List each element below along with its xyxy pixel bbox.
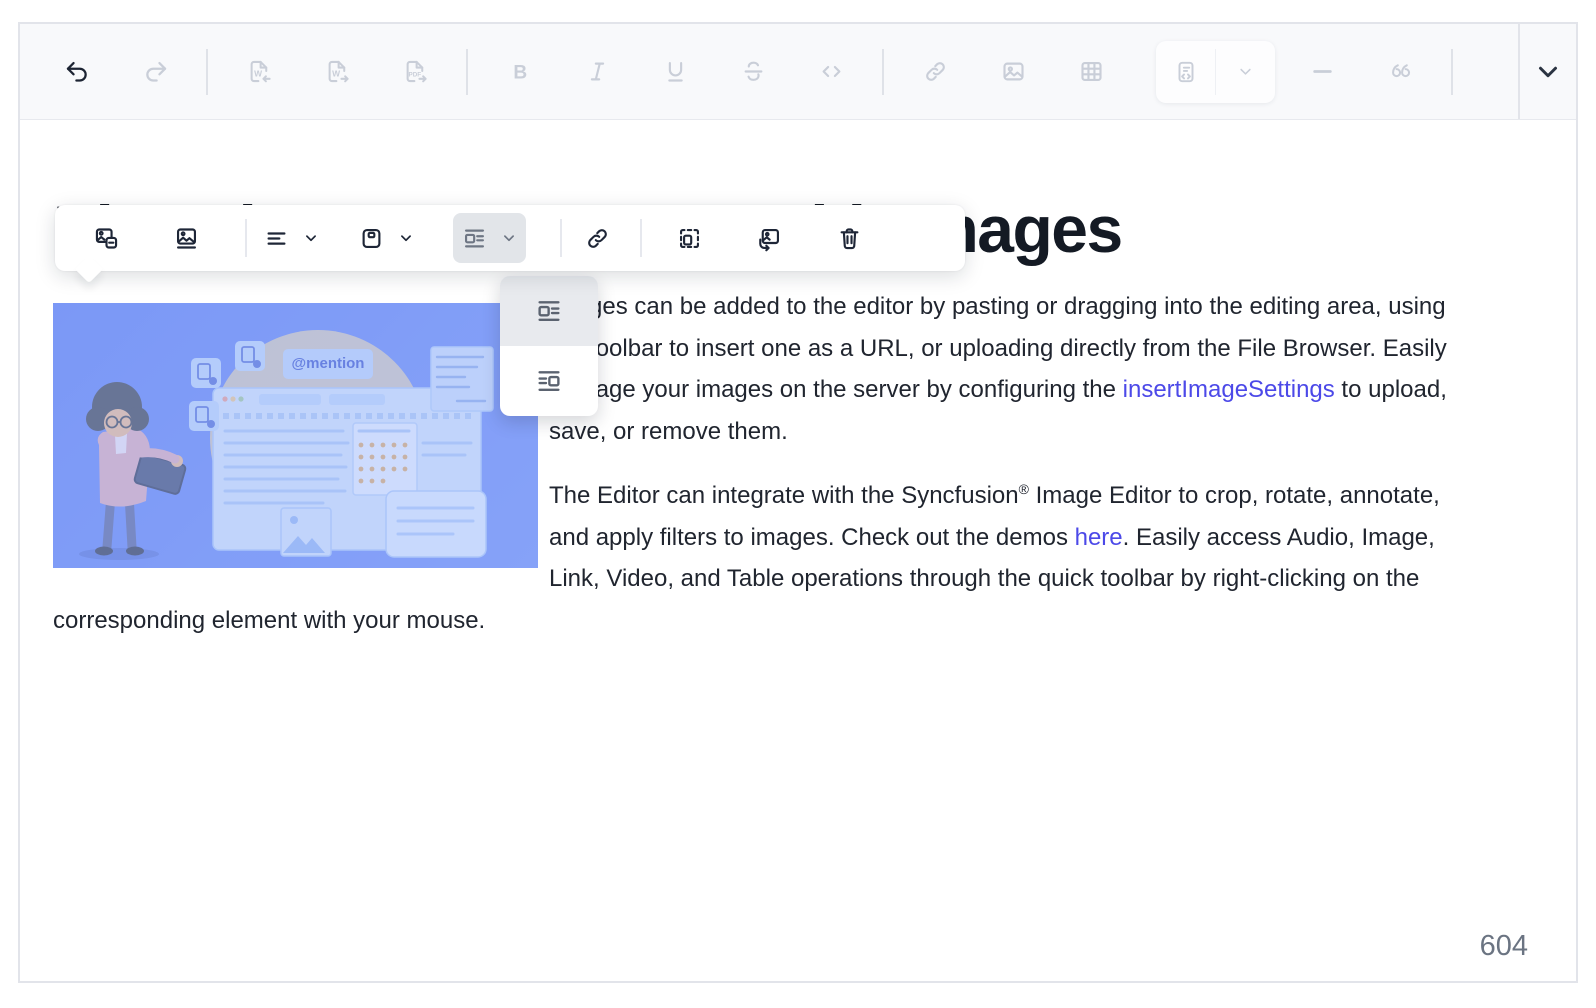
image-dimension-button[interactable] [660,213,718,263]
registered-mark: ® [1018,481,1029,497]
toolbar-separator [1451,48,1453,95]
horizontal-line-button[interactable] [1283,40,1361,104]
toolbar-separator [882,48,884,95]
image-link-button[interactable] [568,213,626,263]
insert-image-settings-link[interactable]: insertImageSettings [1123,376,1335,403]
quick-toolbar-separator [560,219,562,257]
image-caption-icon [176,227,196,249]
insert-image-button[interactable] [974,40,1052,104]
insert-link-button[interactable] [896,40,974,104]
inline-code-button[interactable] [792,40,870,104]
image-caption-button[interactable] [157,213,215,263]
italic-button[interactable] [558,40,636,104]
svg-text:B: B [513,62,527,83]
image-position-icon [464,229,485,247]
code-block-split-button [1156,40,1275,103]
export-pdf-button[interactable]: PDF [376,40,454,104]
italic-icon [590,62,604,81]
import-word-button[interactable]: W [220,40,298,104]
link-icon [587,228,607,248]
table-icon [1080,61,1102,82]
underline-button[interactable] [636,40,714,104]
image-position-dropdown-button[interactable] [453,213,526,263]
main-toolbar: W W PDF B [20,24,1576,120]
chevron-down-icon [401,235,411,242]
change-image-icon [758,228,779,251]
rich-text-editor: W W PDF B Images @mention Images can be … [18,22,1578,983]
replace-image-button[interactable] [77,213,135,263]
code-block-icon [1178,61,1193,82]
export-word-button[interactable]: W [298,40,376,104]
image-position-menu [500,276,598,416]
float-left-icon [538,301,560,321]
export-word-icon: W [328,60,349,83]
here-link[interactable]: here [1075,524,1123,551]
svg-text:PDF: PDF [408,72,421,79]
strikethrough-icon [744,61,762,81]
undo-icon [66,61,87,82]
trash-icon [840,227,858,249]
svg-text:W: W [332,69,340,79]
menu-item-float-left[interactable] [500,276,598,346]
image-quick-toolbar [55,205,965,271]
expand-chevron-icon [1539,66,1557,77]
link-icon [925,62,945,81]
blockquote-icon [1391,64,1410,78]
menu-item-float-right[interactable] [500,346,598,416]
content-image[interactable]: @mention [53,303,538,568]
float-right-icon [538,371,560,391]
replace-image-icon [95,227,117,249]
display-icon [362,228,381,248]
quick-toolbar-separator [640,219,642,257]
delete-image-button[interactable] [820,213,878,263]
align-icon [267,231,286,245]
character-count: 604 [1479,930,1528,962]
inline-code-icon [822,65,840,78]
export-pdf-icon: PDF [406,60,427,83]
display-dropdown-button[interactable] [350,213,423,263]
bold-icon: B [513,62,527,83]
chevron-down-icon [306,235,316,242]
image-selection-overlay [53,303,538,568]
image-icon [1002,62,1024,81]
quick-toolbar-separator [245,219,247,257]
import-word-icon: W [250,60,271,83]
code-block-button[interactable] [1156,41,1215,103]
underline-icon [667,61,683,82]
create-table-button[interactable] [1052,40,1130,104]
bold-button[interactable]: B [480,40,558,104]
dimension-icon [679,228,699,248]
toolbar-separator [466,48,468,95]
svg-text:W: W [254,69,262,79]
toolbar-separator [206,48,208,95]
paragraph-1: @mention Images can be added to the edit… [53,286,1482,568]
chevron-down-icon [1240,68,1251,75]
code-block-dropdown-button[interactable] [1216,41,1275,103]
chevron-down-icon [504,235,514,242]
redo-icon [145,61,166,82]
change-image-button[interactable] [740,213,798,263]
expand-toolbar-button[interactable] [1518,24,1576,119]
redo-button[interactable] [116,40,194,104]
align-dropdown-button[interactable] [255,213,328,263]
strikethrough-button[interactable] [714,40,792,104]
paragraph-2-seg1: The Editor can integrate with the Syncfu… [549,482,1019,509]
horizontal-line-icon [1312,70,1332,73]
blockquote-button[interactable] [1361,40,1439,104]
undo-button[interactable] [38,40,116,104]
